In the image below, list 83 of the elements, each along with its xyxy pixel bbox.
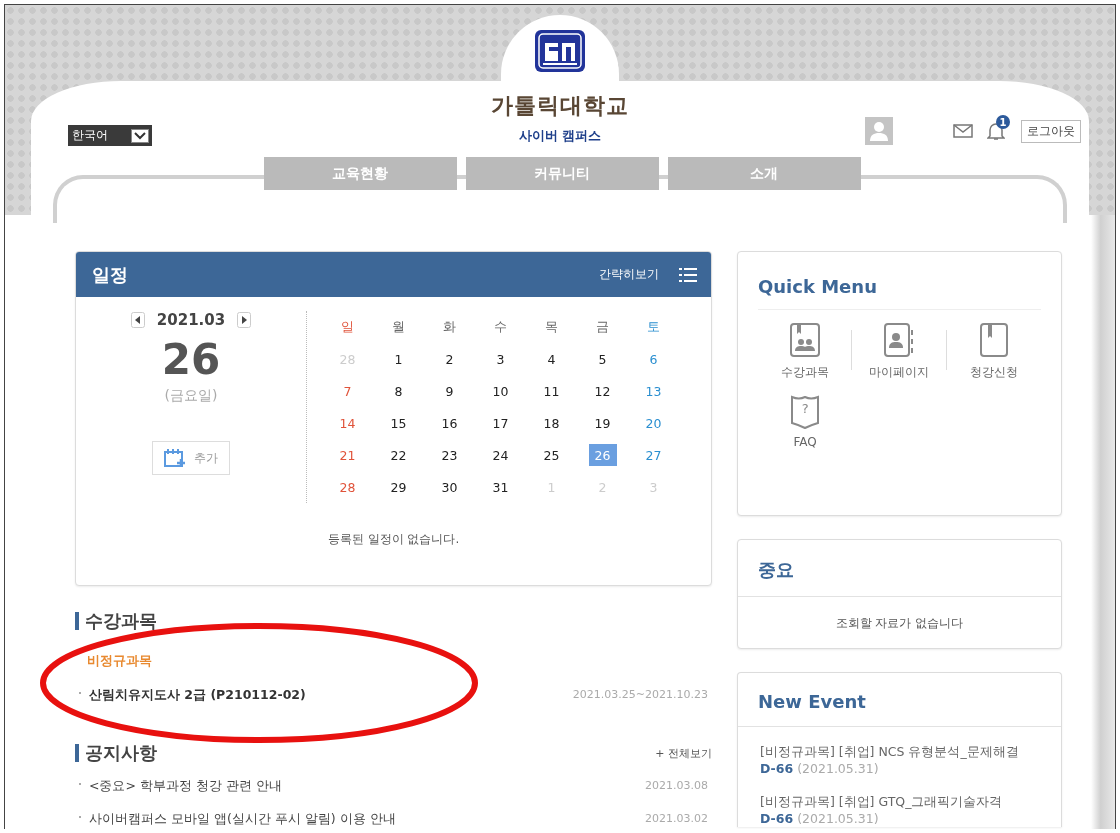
calendar-plus-icon [164,448,186,468]
university-name: 가톨릭대학교 [491,92,629,120]
calendar-day[interactable]: 2 [435,348,464,370]
list-icon[interactable] [679,267,697,282]
section-title: 수강과목 [75,612,157,630]
d-day-label: D-66 [760,811,794,826]
notice-date: 2021.03.02 [645,811,708,825]
notice-link[interactable]: 사이버캠퍼스 모바일 앱(실시간 푸시 알림) 이용 안내 [89,811,396,826]
calendar-day[interactable]: 21 [333,444,362,466]
calendar-day[interactable]: 19 [588,412,617,434]
quick-menu-item[interactable]: 마이페이지 [852,322,947,381]
calendar-day[interactable]: 25 [537,444,566,466]
weekday-label: 목 [545,318,558,336]
calendar-day[interactable]: 18 [537,412,566,434]
weekday-label: 수 [494,318,507,336]
language-select[interactable]: 한국어 [68,125,152,146]
weekday-label: 토 [647,318,660,336]
calendar-day[interactable]: 3 [486,348,515,370]
calendar-day[interactable]: 14 [333,412,362,434]
calendar-day[interactable]: 30 [435,476,464,498]
view-all-link[interactable]: + 전체보기 [655,745,712,761]
calendar-day[interactable]: 6 [639,348,668,370]
next-month-button[interactable] [237,312,252,328]
calendar-day[interactable]: 31 [486,476,515,498]
apply-icon [977,322,1010,358]
calendar-day[interactable]: 16 [435,412,464,434]
calendar-day[interactable]: 10 [486,380,515,402]
calendar-day[interactable]: 1 [384,348,413,370]
calendar-day[interactable]: 27 [639,444,668,466]
calendar-day[interactable]: 24 [486,444,515,466]
event-date: (2021.05.31) [797,761,879,776]
calendar-day[interactable]: 17 [486,412,515,434]
event-link[interactable]: [비정규과목] [취업] GTQ_그래픽기술자격 [760,793,1061,810]
event-date: (2021.05.31) [797,811,879,826]
selected-weekday: (금요일) [164,387,218,405]
compact-view-link[interactable]: 간략히보기 [599,266,659,283]
calendar-day[interactable]: 22 [384,444,413,466]
notification-badge: 1 [996,115,1010,129]
faq-icon: ? [789,393,822,429]
calendar-day[interactable]: 23 [435,444,464,466]
mypage-icon [883,322,916,358]
university-logo[interactable] [534,29,586,73]
notice-link[interactable]: <중요> 학부과정 청강 관련 안내 [89,778,282,793]
quick-menu-item[interactable]: 청강신청 [946,322,1041,381]
calendar-day[interactable]: 13 [639,380,668,402]
quick-menu-item[interactable]: ? FAQ [758,393,853,449]
calendar-day[interactable]: 4 [537,348,566,370]
calendar-day[interactable]: 12 [588,380,617,402]
calendar-day[interactable]: 7 [333,380,362,402]
card-title: 중요 [738,540,1061,597]
calendar-day[interactable]: 11 [537,380,566,402]
empty-schedule-message: 등록된 일정이 없습니다. [326,531,461,548]
calendar-day[interactable]: 9 [435,380,464,402]
campus-name: 사이버 캠퍼스 [518,127,602,145]
empty-message: 조회할 자료가 없습니다 [834,615,965,632]
weekday-label: 월 [392,318,405,336]
notice-date: 2021.03.08 [645,778,708,792]
mail-icon[interactable] [953,123,973,139]
dropdown-caret-icon [131,128,149,143]
weekday-label: 금 [596,318,609,336]
logout-button[interactable]: 로그아웃 [1021,119,1081,143]
calendar-day[interactable]: 15 [384,412,413,434]
course-link[interactable]: 산림치유지도사 2급 (P210112-02) [89,687,306,702]
card-title: Quick Menu [758,252,1041,310]
calendar-day[interactable]: 5 [588,348,617,370]
course-period: 2021.03.25~2021.10.23 [572,687,708,701]
event-link[interactable]: [비정규과목] [취업] NCS 유형분석_문제해결 [760,743,1061,760]
current-month: 2021.03 [156,311,226,329]
previous-month-button[interactable] [130,312,145,328]
selected-day: 26 [161,339,221,381]
calendar-day[interactable]: 28 [333,476,362,498]
calendar-day[interactable]: 29 [384,476,413,498]
quick-menu-item[interactable]: 수강과목 [758,322,853,381]
calendar-day[interactable]: 8 [384,380,413,402]
weekday-label: 화 [443,318,456,336]
course-category: 비정규과목 [87,652,153,670]
courses-icon [789,322,822,358]
d-day-label: D-66 [760,761,794,776]
section-title: 공지사항 [75,744,157,762]
schedule-title: 일정 [92,262,129,287]
calendar-day[interactable]: 20 [639,412,668,434]
weekday-label: 일 [341,318,354,336]
card-title: New Event [738,673,1061,727]
